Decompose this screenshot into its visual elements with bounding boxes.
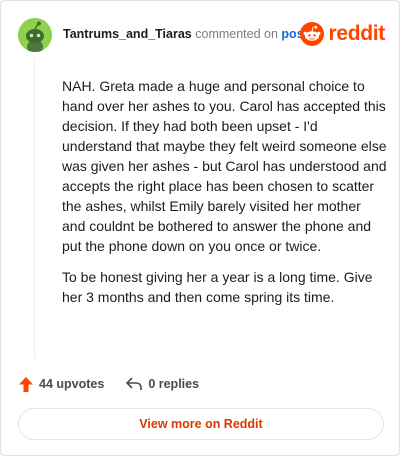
view-more-button[interactable]: View more on Reddit — [18, 408, 384, 440]
reddit-logo[interactable]: reddit — [300, 19, 385, 49]
reply-button[interactable]: 0 replies — [126, 377, 199, 391]
upvote-button[interactable]: 44 upvotes — [19, 376, 105, 392]
username-link[interactable]: Tantrums_and_Tiaras — [63, 27, 192, 41]
comment-header: Tantrums_and_Tiaras commented on post re… — [18, 18, 385, 52]
user-avatar[interactable] — [18, 18, 52, 52]
comment-meta: Tantrums_and_Tiaras commented on post — [63, 27, 308, 41]
comment-actions: 44 upvotes 0 replies — [19, 374, 221, 394]
reply-arrow-icon — [126, 377, 143, 390]
upvote-count: 44 upvotes — [39, 377, 105, 391]
thread-line — [34, 59, 35, 359]
comment-body: NAH. Greta made a huge and personal choi… — [62, 76, 388, 318]
comment-paragraph: NAH. Greta made a huge and personal choi… — [62, 78, 387, 254]
reply-count: 0 replies — [148, 377, 200, 391]
view-more-label: View more on Reddit — [139, 417, 263, 431]
upvote-arrow-icon — [19, 376, 33, 392]
action-text: commented on — [195, 27, 278, 41]
snoo-avatar-icon — [18, 18, 52, 52]
comment-card: Tantrums_and_Tiaras commented on post re… — [0, 0, 400, 456]
comment-paragraph: To be honest giving her a year is a long… — [62, 269, 373, 305]
brand-wordmark: reddit — [328, 22, 385, 45]
reddit-snoo-icon — [300, 22, 325, 46]
